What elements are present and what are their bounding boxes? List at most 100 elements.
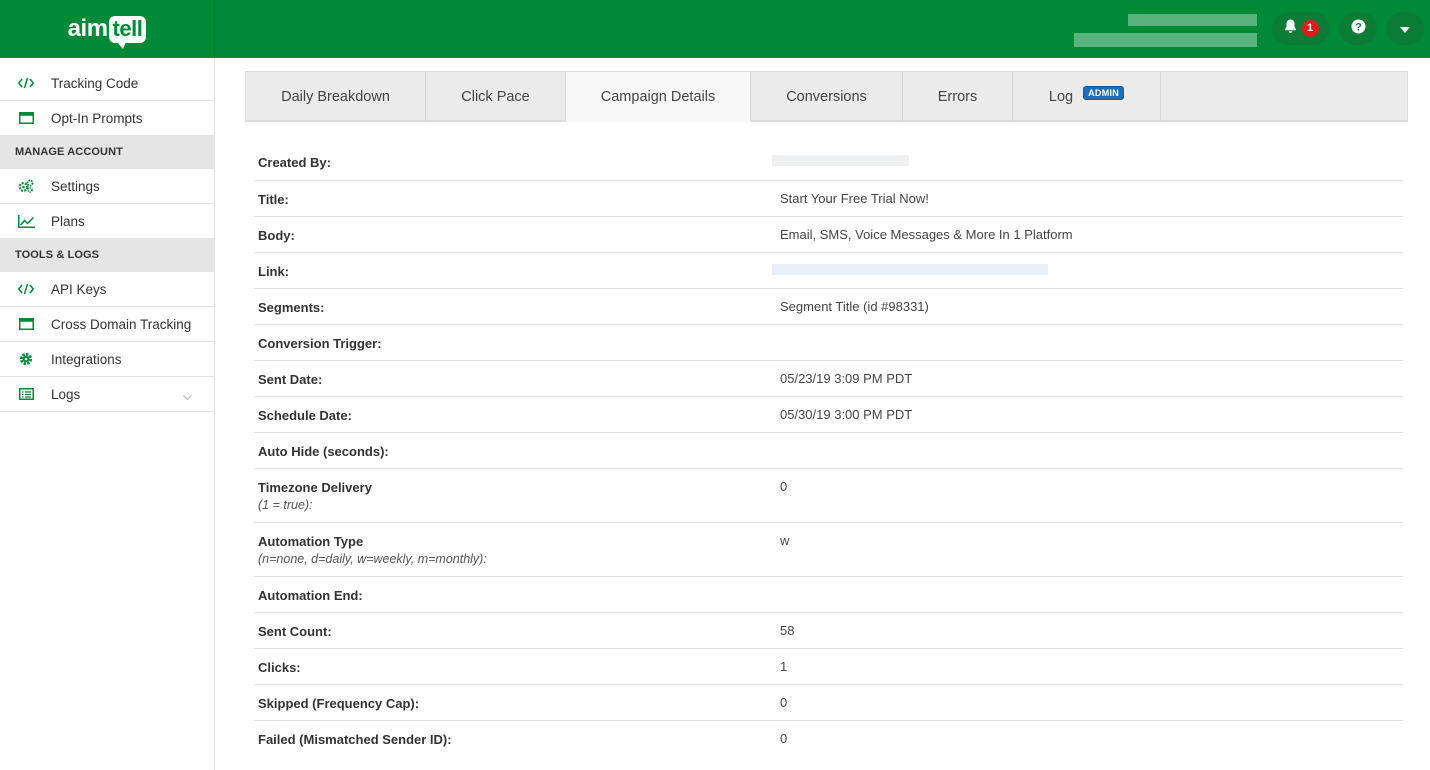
tab-label: Conversions (786, 88, 867, 105)
sidebar-item-label: Opt-In Prompts (51, 110, 143, 126)
detail-row-timezone-delivery: Timezone Delivery (1 = true): 0 (254, 469, 1403, 523)
chevron-down-icon (183, 389, 192, 404)
detail-value: 0 (780, 731, 788, 746)
detail-label: Timezone Delivery (258, 480, 372, 495)
detail-label: Link: (258, 264, 290, 279)
detail-label: Body: (258, 228, 295, 243)
gears-icon (16, 178, 36, 194)
sidebar-section-manage-account: MANAGE ACCOUNT (0, 135, 214, 169)
tab-daily-breakdown[interactable]: Daily Breakdown (246, 72, 426, 121)
sidebar-item-api-keys[interactable]: API Keys (0, 272, 214, 307)
tab-errors[interactable]: Errors (903, 72, 1013, 121)
chevron-down-icon (1400, 20, 1410, 38)
detail-row-schedule-date: Schedule Date: 05/30/19 3:00 PM PDT (254, 397, 1403, 433)
tab-label: Errors (937, 88, 978, 105)
sidebar-item-plans[interactable]: Plans (0, 204, 214, 239)
detail-row-sent-count: Sent Count: 58 (254, 613, 1403, 649)
detail-value: 0 (780, 479, 788, 494)
user-menu-dropdown[interactable] (1386, 12, 1424, 45)
window-icon (16, 316, 36, 332)
detail-row-automation-type: Automation Type (n=none, d=daily, w=week… (254, 523, 1403, 577)
detail-label: Auto Hide (seconds): (258, 444, 389, 459)
campaign-details-table: Created By: Title: Start Your Free Trial… (254, 144, 1403, 757)
detail-value: 0 (780, 695, 788, 710)
code-icon (16, 281, 36, 297)
detail-value: Segment Title (id #98331) (780, 299, 929, 314)
sidebar-item-tracking-code[interactable]: Tracking Code (0, 66, 214, 101)
detail-label: Sent Date: (258, 372, 323, 387)
help-button[interactable]: ? (1339, 12, 1377, 45)
link-redacted[interactable] (772, 264, 1048, 275)
logo-text-tell: tell (108, 15, 147, 49)
detail-label: Skipped (Frequency Cap): (258, 696, 420, 711)
aimtell-logo[interactable]: aim tell (67, 15, 147, 49)
window-icon (16, 110, 36, 126)
detail-value: Email, SMS, Voice Messages & More In 1 P… (780, 227, 1073, 242)
detail-sublabel: (1 = true): (258, 498, 313, 512)
detail-sublabel: (n=none, d=daily, w=weekly, m=monthly): (258, 552, 487, 566)
logo-text-aim: aim (67, 15, 108, 42)
sidebar-item-label: Tracking Code (51, 75, 139, 91)
detail-label: Created By: (258, 155, 331, 170)
detail-row-sent-date: Sent Date: 05/23/19 3:09 PM PDT (254, 361, 1403, 397)
top-navbar: aim tell 1 ? (0, 0, 1430, 58)
user-email-redacted (1074, 33, 1257, 47)
detail-row-conversion-trigger: Conversion Trigger: (254, 325, 1403, 361)
detail-row-clicks: Clicks: 1 (254, 649, 1403, 685)
detail-label: Clicks: (258, 660, 301, 675)
detail-row-failed: Failed (Mismatched Sender ID): 0 (254, 721, 1403, 757)
detail-row-title: Title: Start Your Free Trial Now! (254, 181, 1403, 217)
tab-log[interactable]: Log ADMIN (1013, 72, 1161, 121)
sidebar-item-integrations[interactable]: Integrations (0, 342, 214, 377)
detail-row-created-by: Created By: (254, 144, 1403, 181)
detail-label: Automation End: (258, 588, 363, 603)
detail-label: Conversion Trigger: (258, 336, 382, 351)
tab-label: Click Pace (461, 88, 530, 105)
sidebar-item-label: Logs (51, 386, 81, 402)
sidebar-item-settings[interactable]: Settings (0, 169, 214, 204)
tab-campaign-details[interactable]: Campaign Details (566, 72, 751, 122)
detail-value: 58 (780, 623, 795, 638)
detail-value: Start Your Free Trial Now! (780, 191, 929, 206)
detail-label: Schedule Date: (258, 408, 352, 423)
sidebar-item-logs[interactable]: Logs (0, 377, 214, 412)
detail-label: Title: (258, 192, 289, 207)
detail-row-link: Link: (254, 253, 1403, 289)
detail-value: w (780, 533, 790, 548)
detail-value: 1 (780, 659, 788, 674)
code-icon (16, 75, 36, 91)
notifications-button[interactable]: 1 (1272, 12, 1330, 45)
detail-value: 05/30/19 3:00 PM PDT (780, 407, 913, 422)
sidebar-item-label: Integrations (51, 351, 122, 367)
user-name-redacted (1128, 14, 1257, 26)
question-circle-icon: ? (1351, 19, 1366, 39)
detail-label: Failed (Mismatched Sender ID): (258, 732, 452, 747)
gear-icon (16, 351, 36, 367)
tab-click-pace[interactable]: Click Pace (426, 72, 566, 121)
svg-text:?: ? (1355, 21, 1362, 33)
notification-count-badge: 1 (1301, 20, 1319, 37)
detail-label: Sent Count: (258, 624, 332, 639)
detail-row-auto-hide: Auto Hide (seconds): (254, 433, 1403, 469)
bell-icon (1284, 19, 1297, 39)
detail-value: 05/23/19 3:09 PM PDT (780, 371, 913, 386)
line-chart-icon (16, 213, 36, 229)
created-by-redacted (772, 155, 909, 166)
detail-label: Automation Type (258, 534, 364, 549)
detail-row-automation-end: Automation End: (254, 577, 1403, 613)
sidebar-item-label: API Keys (51, 281, 107, 297)
sidebar-item-label: Plans (51, 213, 85, 229)
detail-label: Segments: (258, 300, 325, 315)
tab-conversions[interactable]: Conversions (751, 72, 903, 121)
tab-label: Campaign Details (600, 89, 716, 105)
detail-row-body: Body: Email, SMS, Voice Messages & More … (254, 217, 1403, 253)
logo-area[interactable]: aim tell (0, 0, 215, 58)
list-icon (16, 386, 36, 402)
sidebar-item-opt-in-prompts[interactable]: Opt-In Prompts (0, 101, 214, 136)
detail-row-skipped: Skipped (Frequency Cap): 0 (254, 685, 1403, 721)
tab-label: Daily Breakdown (281, 88, 390, 105)
admin-badge: ADMIN (1083, 85, 1125, 100)
campaign-tabs: Daily Breakdown Click Pace Campaign Deta… (245, 71, 1408, 122)
sidebar-item-cross-domain-tracking[interactable]: Cross Domain Tracking (0, 307, 214, 342)
sidebar-item-label: Cross Domain Tracking (51, 316, 192, 332)
